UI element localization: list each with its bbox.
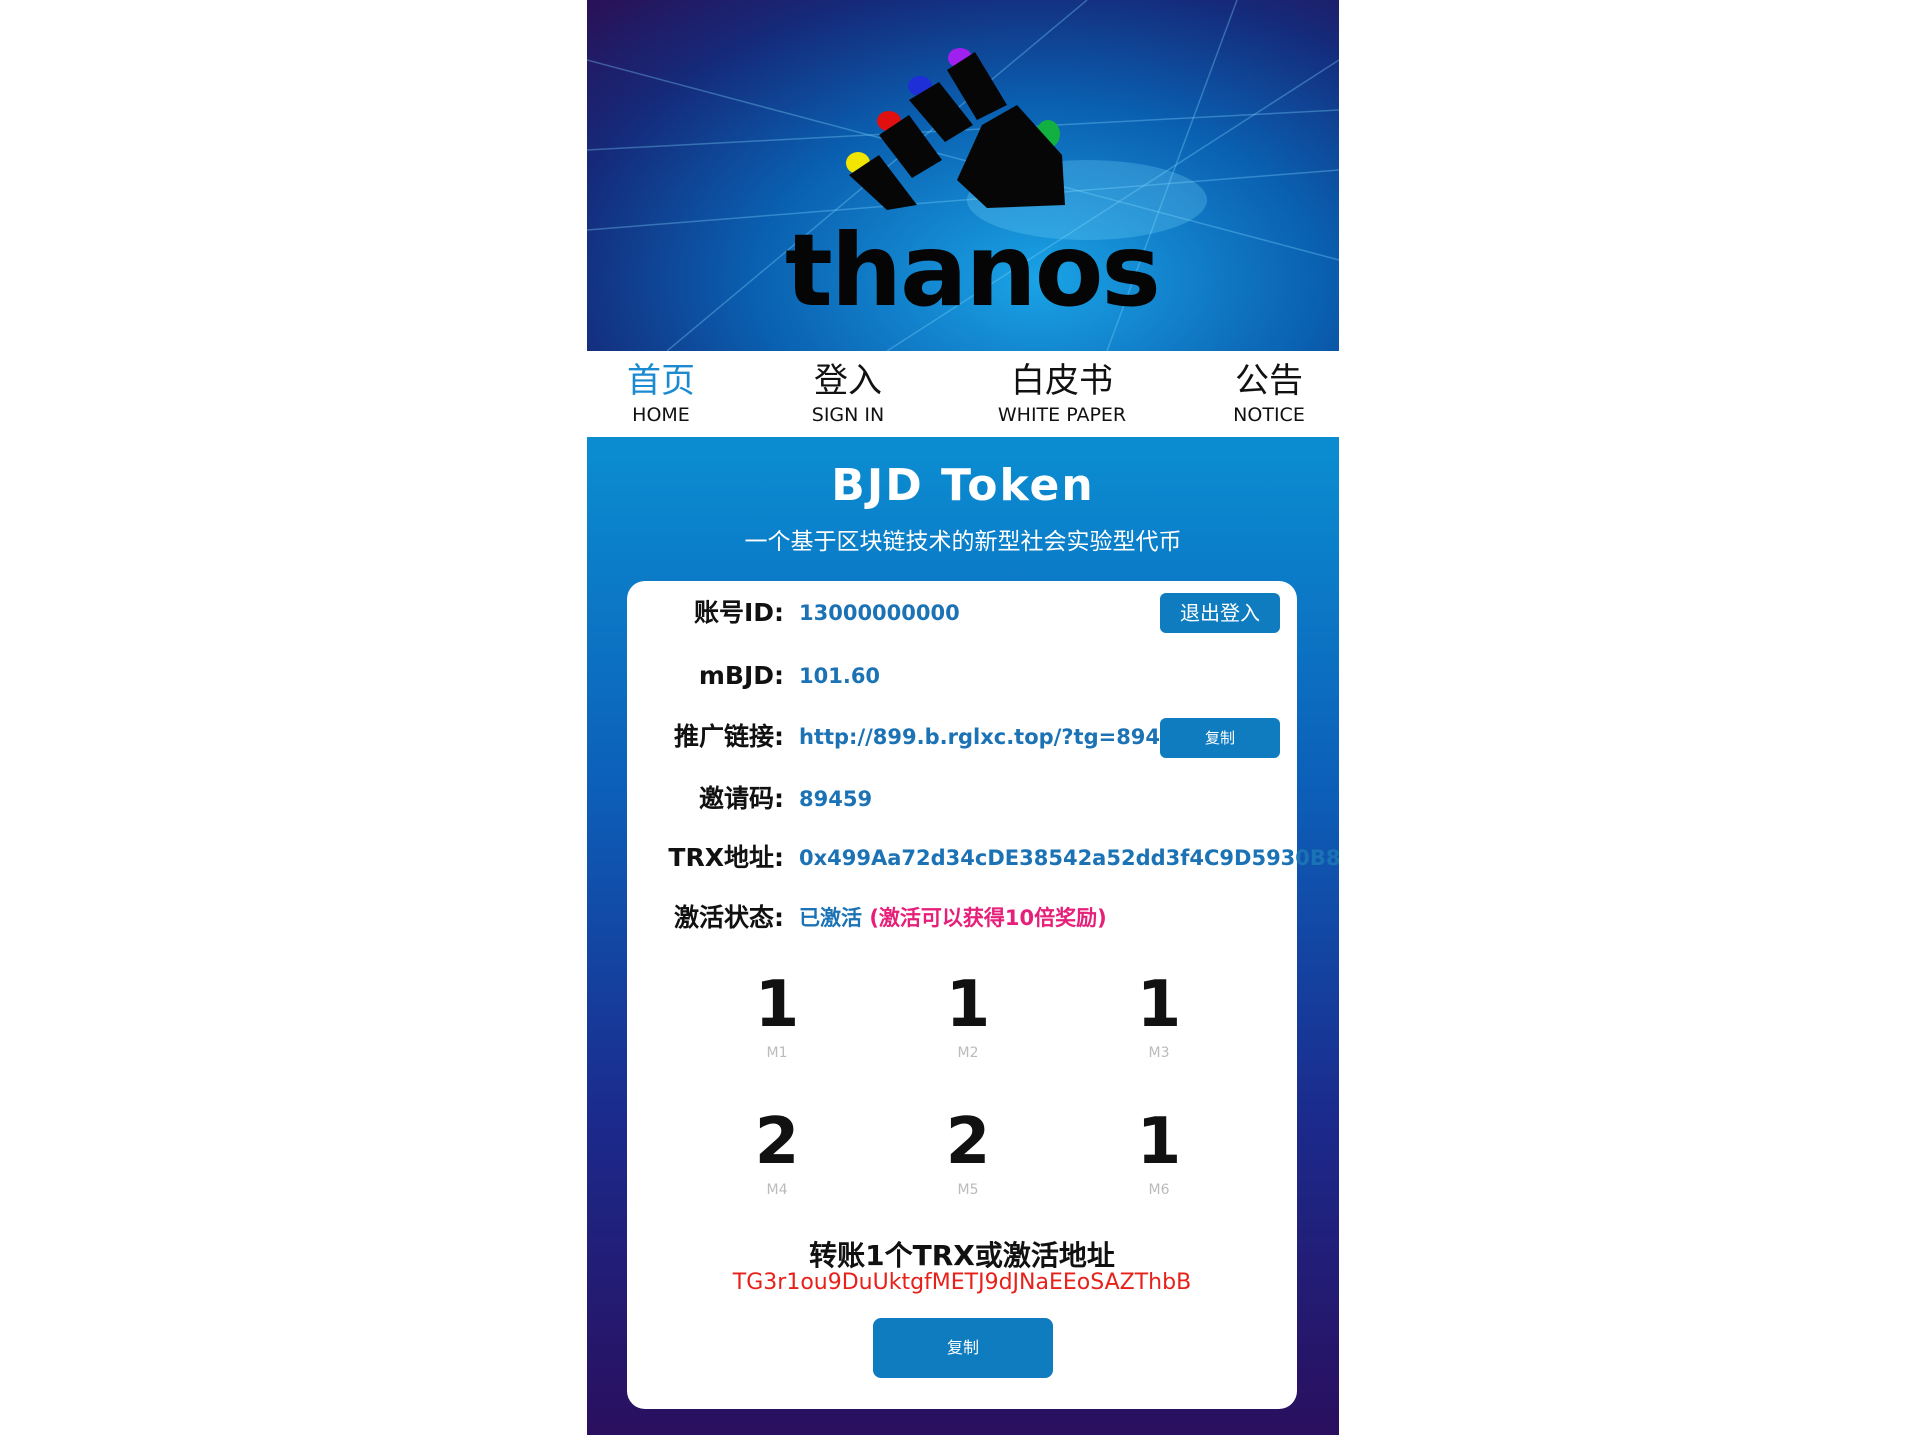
page-subtitle: 一个基于区块链技术的新型社会实验型代币 [744,529,1182,555]
invite-code-value: 89459 [799,787,873,811]
account-id-value: 13000000000 [799,601,960,625]
activation-status-value: 已激活 (激活可以获得10倍奖励) [799,898,1107,938]
row-mbjd: mBJD: 101.60 [627,656,1297,696]
promo-link-label: 推广链接: [674,722,784,751]
mbjd-value: 101.60 [799,664,881,688]
hero-banner: thanos [587,0,1339,351]
account-id-label: 账号ID: [693,598,784,627]
nav-white-paper[interactable]: 白皮书 WHITE PAPER [992,359,1132,427]
logo-wordmark: thanos [785,212,1159,329]
nav-notice-en: NOTICE [1233,404,1305,426]
stat-m2-label: M2 [957,1045,979,1061]
fist-icon [849,52,1065,210]
stat-m6: 1 M6 [1099,1107,1219,1199]
stat-m5: 2 M5 [908,1107,1028,1199]
main-nav: 首页 HOME 登入 SIGN IN 白皮书 WHITE PAPER 公告 NO… [587,351,1339,437]
nav-notice-cn: 公告 [1235,361,1303,401]
stat-m3: 1 M3 [1099,970,1219,1062]
stat-m5-label: M5 [957,1182,979,1198]
nav-white-paper-en: WHITE PAPER [997,404,1127,426]
transfer-title: 转账1个TRX或激活地址 [809,1239,1115,1272]
stat-m5-value: 2 [945,1105,991,1179]
stat-m3-value: 1 [1136,968,1182,1042]
copy-address-button[interactable]: 复制 [873,1318,1053,1378]
invite-code-label: 邀请码: [699,784,784,813]
stat-m4-value: 2 [754,1105,800,1179]
nav-sign-in-en: SIGN IN [811,404,885,426]
activation-status-label: 激活状态: [674,903,784,932]
account-card: 账号ID: 13000000000 退出登入 mBJD: 101.60 推广链接… [627,581,1339,1409]
row-trx-address: TRX地址: 0x499Aa72d34cDE38542a52dd3f4C9D59… [627,838,1339,878]
nav-sign-in[interactable]: 登入 SIGN IN [808,359,888,427]
copy-link-button[interactable]: 复制 [1160,718,1280,758]
page-title: BJD Token [831,460,1095,511]
transfer-address[interactable]: TG3r1ou9DuUktgfMETJ9dJNaEEoSAZThbB [627,1270,1297,1295]
stat-m2: 1 M2 [908,970,1028,1062]
app-frame: thanos 首页 HOME 登入 SIGN IN 白皮书 WHITE PAPE… [587,0,1339,1435]
nav-notice[interactable]: 公告 NOTICE [1227,359,1311,427]
trx-address-value: 0x499Aa72d34cDE38542a52dd3f4C9D5930B8DE2… [799,846,1339,870]
activation-status-note: (激活可以获得10倍奖励) [869,906,1107,930]
stat-m1: 1 M1 [717,970,837,1062]
activation-status-text: 已激活 [799,906,862,930]
thanos-logo: thanos [785,48,1161,329]
stat-m6-value: 1 [1136,1105,1182,1179]
mbjd-label: mBJD: [698,661,784,690]
trx-address-label: TRX地址: [668,843,784,872]
logout-button[interactable]: 退出登入 [1160,593,1280,633]
stat-m1-value: 1 [754,968,800,1042]
row-activation-status: 激活状态: 已激活 (激活可以获得10倍奖励) [627,898,1297,938]
stat-m4: 2 M4 [717,1107,837,1199]
nav-sign-in-cn: 登入 [814,361,882,401]
promo-link-value[interactable]: http://899.b.rglxc.top/?tg=89459 [799,717,1189,757]
row-invite-code: 邀请码: 89459 [627,779,1297,819]
nav-home-en: HOME [632,404,690,426]
nav-white-paper-cn: 白皮书 [1011,361,1113,401]
stat-m2-value: 1 [945,968,991,1042]
nav-home-cn: 首页 [627,361,695,401]
stat-m3-label: M3 [1148,1045,1170,1061]
stat-m4-label: M4 [766,1182,788,1198]
nav-home[interactable]: 首页 HOME [626,359,696,427]
stat-m6-label: M6 [1148,1182,1170,1198]
stat-m1-label: M1 [766,1045,788,1061]
